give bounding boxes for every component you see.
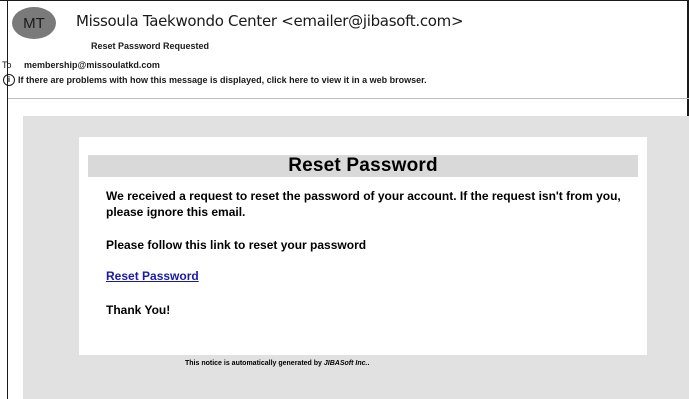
email-title: Reset Password bbox=[288, 155, 438, 176]
view-in-browser-text[interactable]: If there are problems with how this mess… bbox=[18, 75, 427, 85]
footer-brand: JIBASoft Inc. bbox=[323, 360, 368, 367]
recipient-address[interactable]: membership@missoulatkd.com bbox=[24, 60, 160, 70]
footer-notice: This notice is automatically generated b… bbox=[185, 360, 369, 367]
header-divider bbox=[8, 98, 689, 99]
request-paragraph: We received a request to reset the passw… bbox=[106, 189, 621, 219]
reset-password-link[interactable]: Reset Password bbox=[106, 269, 199, 283]
to-label: To bbox=[2, 60, 12, 70]
email-subject: Reset Password Requested bbox=[91, 41, 210, 51]
info-icon: i bbox=[3, 74, 15, 86]
footer-prefix: This notice is automatically generated b… bbox=[185, 360, 324, 367]
email-title-bar: Reset Password bbox=[88, 155, 638, 177]
sender-avatar[interactable]: MT bbox=[12, 7, 56, 39]
view-in-browser-notice[interactable]: i If there are problems with how this me… bbox=[3, 74, 427, 86]
footer-suffix: . bbox=[367, 360, 370, 367]
sender-name[interactable]: Missoula Taekwondo Center <emailer@jibas… bbox=[76, 12, 464, 30]
recipient-row: To membership@missoulatkd.com bbox=[2, 60, 160, 70]
follow-link-paragraph: Please follow this link to reset your pa… bbox=[106, 238, 367, 252]
closing-text: Thank You! bbox=[106, 303, 171, 317]
